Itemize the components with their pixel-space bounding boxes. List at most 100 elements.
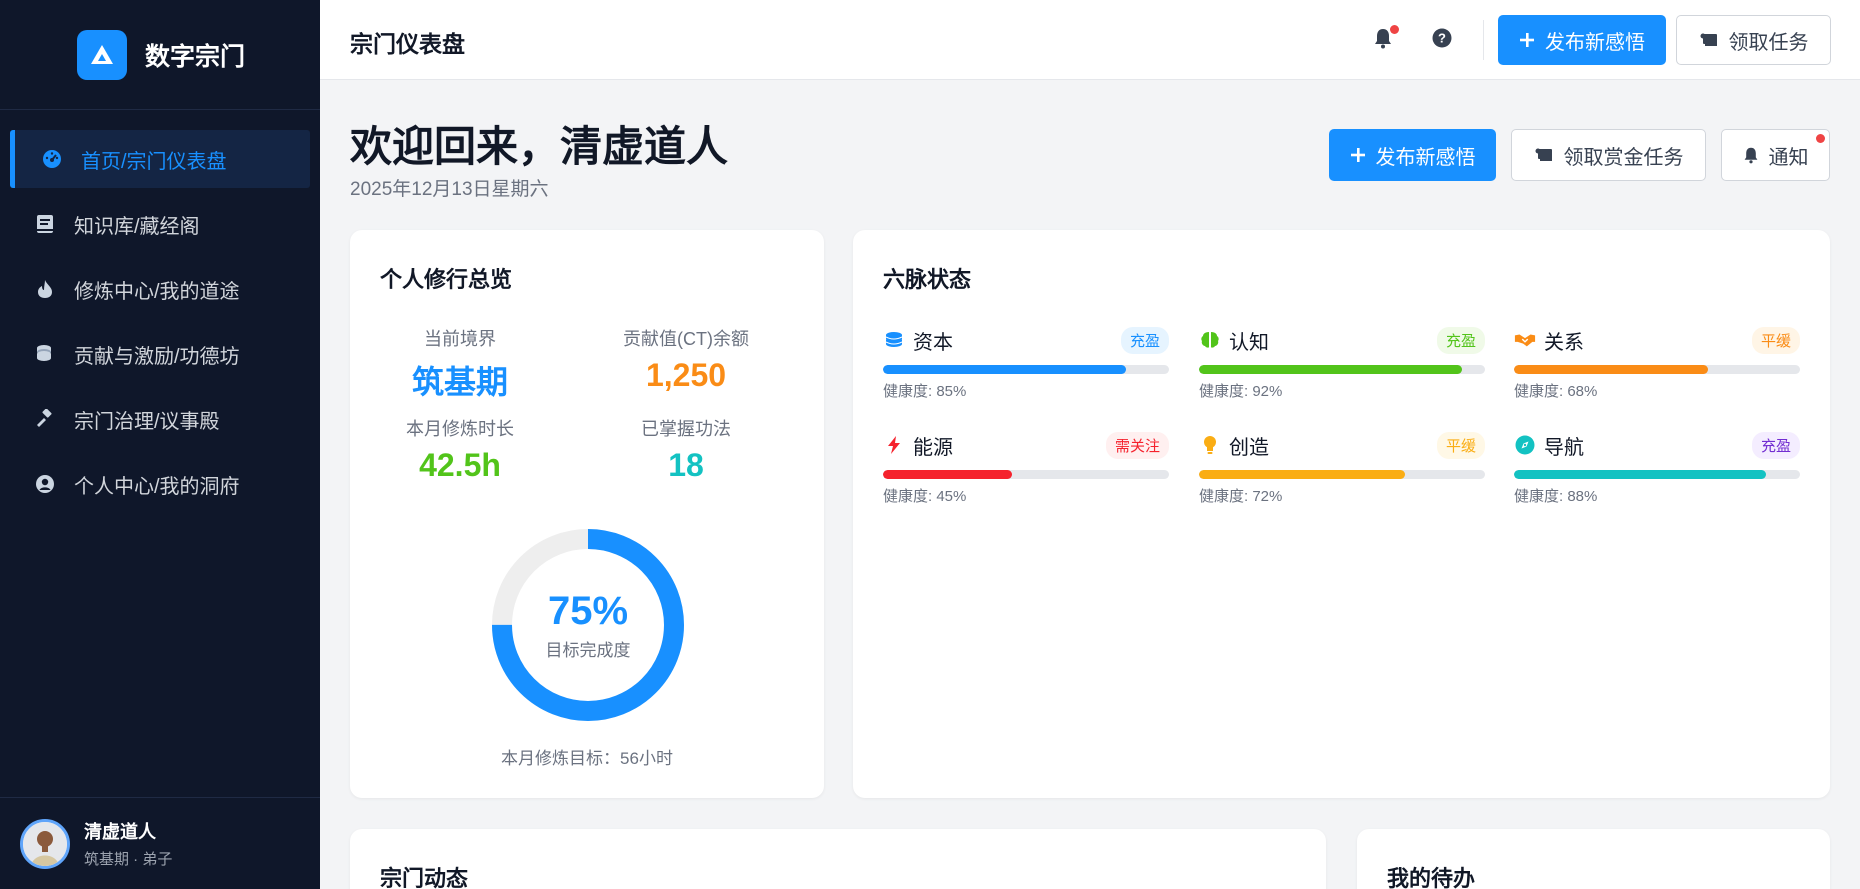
progress-label: 目标完成度 [545,641,631,660]
brand[interactable]: 数字宗门 [0,0,320,110]
status-badge: 需关注 [1105,431,1169,459]
stat-techniques: 已掌握功法 18 [576,415,796,484]
sidebar-item-label: 知识库/藏经阁 [74,215,200,238]
brand-name: 数字宗门 [145,42,246,71]
stat-value: 18 [668,447,704,483]
notification-bell-button[interactable] [1367,24,1399,56]
user-name: 清虚道人 [84,822,156,842]
bolt-icon [883,434,905,456]
news-card: 宗门动态 [350,829,1326,889]
page-title: 宗门仪表盘 [350,31,465,57]
status-badge: 充盈 [1751,431,1800,459]
user-circle-icon [34,473,56,495]
todo-title: 我的待办 [1387,866,1476,889]
meridian-cognition[interactable]: 认知 充盈 健康度: 92% [1199,325,1485,401]
meridian-name: 关系 [1544,331,1584,354]
coins-icon [883,329,905,351]
health-text: 健康度: 92% [1199,383,1283,400]
health-bar [1514,470,1800,479]
stat-realm: 当前境界 筑基期 [350,325,570,403]
stat-value: 42.5h [419,447,501,483]
meridian-name: 资本 [913,331,953,354]
coins-icon [34,343,56,365]
avatar [20,818,70,869]
meridian-navigation[interactable]: 导航 充盈 健康度: 88% [1514,430,1800,506]
news-title: 宗门动态 [380,866,469,889]
health-bar-fill [883,470,1012,479]
scroll-icon [1534,147,1554,163]
stat-label: 贡献值(CT)余额 [623,329,749,349]
stat-label: 本月修炼时长 [406,419,514,439]
notification-dot [1390,25,1399,34]
overview-title: 个人修行总览 [380,267,513,292]
publish-insight-button[interactable]: 发布新感悟 [1498,15,1666,65]
health-bar-fill [1199,470,1405,479]
plus-icon [1519,32,1535,48]
health-text: 健康度: 88% [1514,488,1598,505]
health-text: 健康度: 68% [1514,383,1598,400]
sidebar-item-label: 首页/宗门仪表盘 [81,150,227,173]
help-button[interactable]: ? [1426,24,1458,56]
stat-training-hours: 本月修炼时长 42.5h [350,415,570,484]
meridians-title: 六脉状态 [883,267,972,292]
health-bar-fill [1514,470,1766,479]
health-bar-fill [883,365,1127,374]
stat-label: 已掌握功法 [641,419,731,439]
health-bar-fill [1514,365,1709,374]
claim-bounty-button[interactable]: 领取赏金任务 [1511,129,1706,181]
status-badge: 充盈 [1120,326,1169,354]
book-icon [34,213,56,235]
claim-task-button[interactable]: 领取任务 [1676,15,1831,65]
publish-insight-main-button[interactable]: 发布新感悟 [1329,129,1496,181]
monthly-goal: 本月修炼目标：56小时 [501,749,673,768]
status-badge: 平缓 [1751,326,1800,354]
handshake-icon [1514,329,1536,351]
health-bar [1199,470,1485,479]
meridian-name: 认知 [1229,331,1269,354]
sidebar-nav: 首页/宗门仪表盘 知识库/藏经阁 修炼中心/我的道途 贡献与激励/功德坊 宗门治… [0,130,320,513]
topbar: 宗门仪表盘 ? 发布新感悟 领取任务 [320,0,1860,80]
sidebar-item-label: 个人中心/我的洞府 [74,475,240,498]
sidebar-item-cultivation[interactable]: 修炼中心/我的道途 [10,260,310,318]
mountain-logo-icon [77,29,127,80]
dashboard-icon [41,148,63,170]
bell-icon [1743,146,1759,164]
notifications-label: 通知 [1768,146,1809,169]
meridian-relations[interactable]: 关系 平缓 健康度: 68% [1514,325,1800,401]
todo-card: 我的待办 [1357,829,1830,889]
health-text: 健康度: 45% [883,488,967,505]
notifications-button[interactable]: 通知 [1721,129,1830,181]
fire-icon [34,278,56,300]
sidebar-item-contribution[interactable]: 贡献与激励/功德坊 [10,325,310,383]
sidebar-item-governance[interactable]: 宗门治理/议事殿 [10,390,310,448]
health-bar [1199,365,1485,374]
status-badge: 平缓 [1436,431,1485,459]
scroll-icon [1699,32,1719,48]
claim-task-label: 领取任务 [1728,31,1809,54]
notification-dot [1816,134,1825,143]
health-text: 健康度: 85% [883,383,967,400]
claim-bounty-label: 领取赏金任务 [1563,146,1684,169]
meridian-energy[interactable]: 能源 需关注 健康度: 45% [883,430,1169,506]
progress-percent: 75% [547,589,629,633]
health-bar [883,365,1169,374]
progress-ring: 75% 目标完成度 [488,525,688,725]
health-text: 健康度: 72% [1199,488,1283,505]
user-profile[interactable]: 清虚道人 筑基期 · 弟子 [0,797,320,889]
meridian-creation[interactable]: 创造 平缓 健康度: 72% [1199,430,1485,506]
sidebar-item-library[interactable]: 知识库/藏经阁 [10,195,310,253]
svg-text:?: ? [1438,30,1446,45]
health-bar-fill [1199,365,1463,374]
sidebar-item-label: 宗门治理/议事殿 [74,410,220,433]
question-icon: ? [1432,28,1452,53]
plus-icon [1350,147,1366,163]
sidebar-item-profile[interactable]: 个人中心/我的洞府 [10,455,310,513]
health-bar [1514,365,1800,374]
meridian-capital[interactable]: 资本 充盈 健康度: 85% [883,325,1169,401]
meridian-name: 能源 [913,436,953,459]
current-date: 2025年12月13日星期六 [350,179,549,200]
sidebar-item-dashboard[interactable]: 首页/宗门仪表盘 [10,130,310,188]
welcome-heading: 欢迎回来，清虚道人 [350,123,729,170]
meridian-name: 创造 [1229,436,1269,459]
meridian-name: 导航 [1544,436,1584,459]
